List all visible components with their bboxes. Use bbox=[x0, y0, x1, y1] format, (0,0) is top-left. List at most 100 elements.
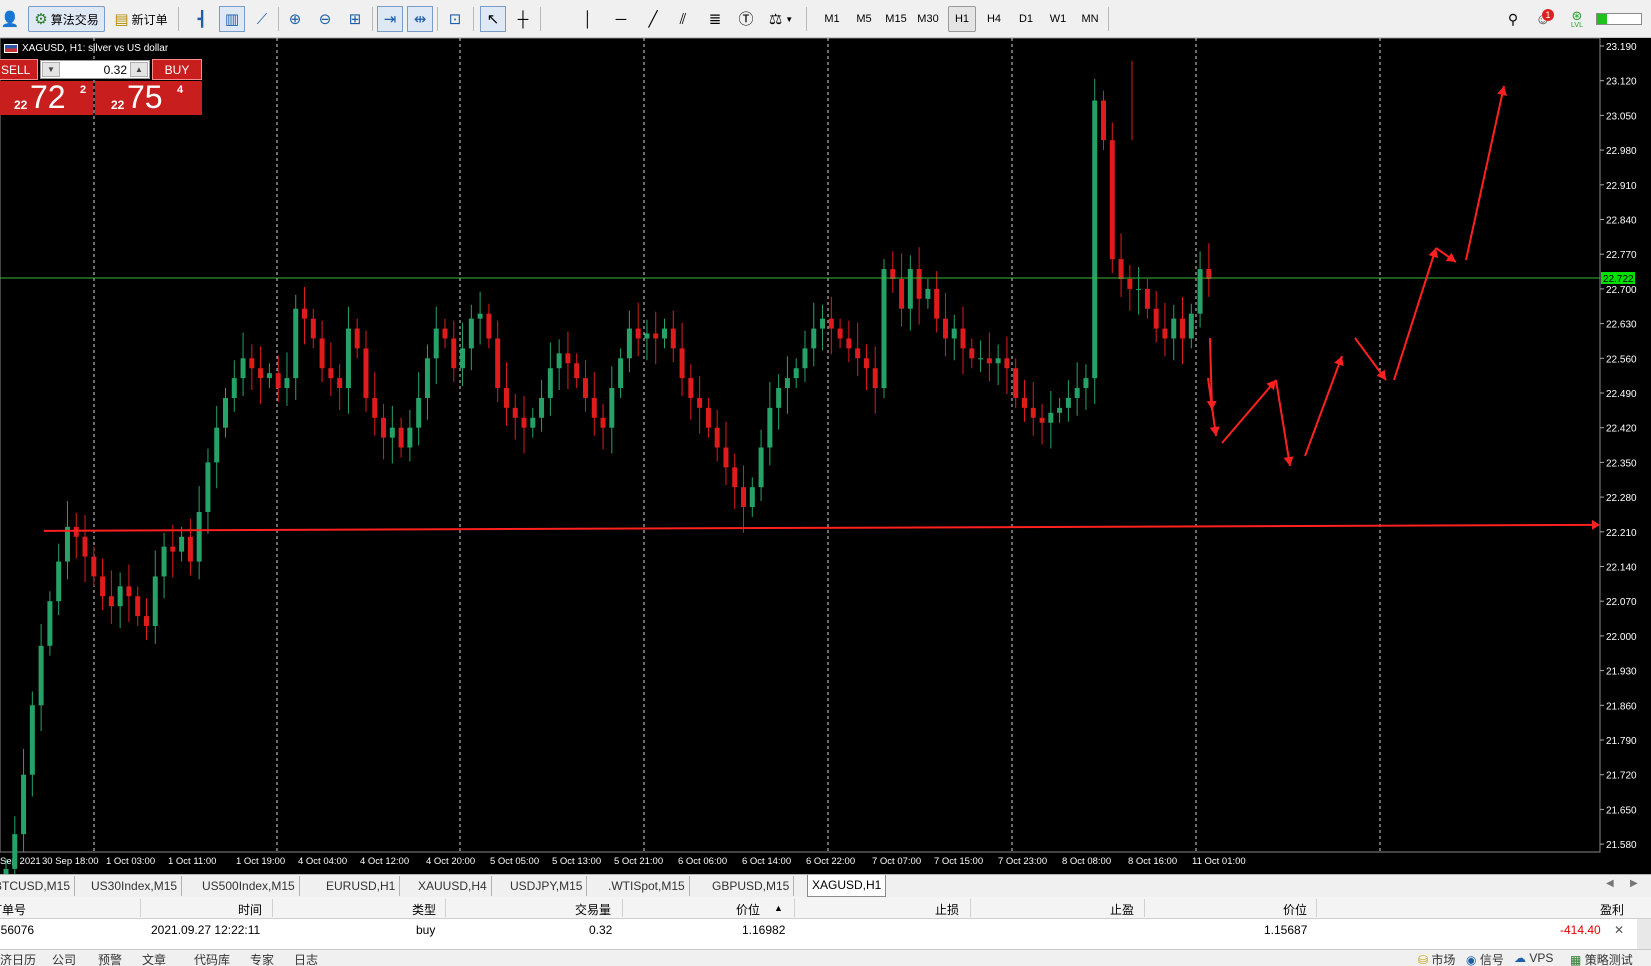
market-link[interactable]: ⛁ 市场 bbox=[1418, 951, 1455, 966]
tab-journal[interactable]: 日志 bbox=[294, 951, 318, 966]
timeframe-d1[interactable]: D1 bbox=[1012, 6, 1040, 32]
symbol-tab[interactable]: EURUSD,H1 bbox=[322, 876, 401, 896]
timeframe-w1[interactable]: W1 bbox=[1044, 6, 1072, 32]
crosshair-icon[interactable]: ┼ bbox=[511, 6, 535, 32]
tile-windows-icon[interactable]: ⊞ bbox=[343, 6, 367, 32]
signals-link[interactable]: ◉ 信号 bbox=[1466, 951, 1504, 966]
symbol-tab[interactable]: BTCUSD,M15 bbox=[0, 876, 76, 896]
tab-code-base[interactable]: 代码库 bbox=[194, 951, 230, 966]
candle-body bbox=[635, 328, 641, 339]
search-icon[interactable]: ⚲ bbox=[1502, 6, 1524, 32]
candlestick-chart-icon[interactable]: ▥ bbox=[219, 6, 245, 32]
x-tick-label: 8 Oct 16:00 bbox=[1128, 856, 1177, 867]
y-tick-label: 21.580 bbox=[1606, 840, 1637, 851]
symbol-tab[interactable]: US30Index,M15 bbox=[87, 876, 183, 896]
symbol-tab[interactable]: XAUUSD,H4 bbox=[414, 876, 492, 896]
fibonacci-icon[interactable]: ≣ bbox=[704, 6, 726, 32]
candle-body bbox=[828, 318, 834, 329]
bar-chart-icon[interactable]: ┫ bbox=[190, 6, 214, 32]
col-take-profit[interactable]: 止盈 bbox=[1110, 901, 1134, 918]
shapes-dropdown-icon[interactable]: ⚖ ▼ bbox=[764, 6, 798, 32]
channel-icon[interactable]: ⫽ bbox=[672, 6, 694, 32]
buy-button[interactable]: BUY bbox=[152, 59, 202, 80]
vertical-line-icon[interactable]: │ bbox=[578, 6, 598, 32]
candle-body bbox=[275, 373, 281, 389]
col-open-price[interactable]: 价位 bbox=[736, 901, 760, 918]
cursor-icon[interactable]: ↖ bbox=[480, 6, 506, 32]
algo-trading-button[interactable]: ⚙ 算法交易 bbox=[28, 6, 105, 32]
candle-body bbox=[995, 358, 1001, 364]
y-tick-label: 22.070 bbox=[1606, 597, 1637, 608]
lot-decrease-button[interactable]: ▼ bbox=[42, 62, 60, 77]
candle-body bbox=[1144, 288, 1150, 309]
tab-experts[interactable]: 专家 bbox=[250, 951, 274, 966]
x-tick-label: 1 Oct 19:00 bbox=[236, 856, 285, 867]
lvl-icon[interactable]: ⊛ LVL bbox=[1564, 6, 1590, 32]
buy-price-button[interactable]: 22 75 4 bbox=[95, 79, 202, 115]
symbol-tab[interactable]: USDJPY,M15 bbox=[506, 876, 588, 896]
strategy-tester-icon: ▦ bbox=[1570, 953, 1582, 966]
horizontal-line-icon[interactable]: ─ bbox=[610, 6, 632, 32]
timeframe-m1[interactable]: M1 bbox=[818, 6, 846, 32]
timeframe-h1[interactable]: H1 bbox=[948, 6, 976, 32]
timeframe-h4[interactable]: H4 bbox=[980, 6, 1008, 32]
account-icon[interactable]: 👤 bbox=[0, 6, 20, 32]
close-position-icon[interactable]: ✕ bbox=[1614, 923, 1624, 937]
col-profit[interactable]: 盈利 bbox=[1600, 901, 1624, 918]
tab-articles[interactable]: 文章 bbox=[142, 951, 166, 966]
x-tick-label: 4 Oct 04:00 bbox=[298, 856, 347, 867]
chart-shift-icon[interactable]: ⇹ bbox=[407, 6, 433, 32]
annotation-arrow bbox=[1465, 85, 1505, 261]
line-chart-icon[interactable]: ⟋ bbox=[250, 6, 274, 32]
col-time[interactable]: 时间 bbox=[238, 901, 262, 918]
y-tick-label: 22.700 bbox=[1606, 285, 1637, 296]
col-volume[interactable]: 交易量 bbox=[575, 901, 611, 918]
sell-price-button[interactable]: 22 72 2 bbox=[0, 79, 93, 115]
candle-body bbox=[1197, 269, 1203, 314]
autoscroll-icon[interactable]: ⇥ bbox=[377, 6, 403, 32]
col-type[interactable]: 类型 bbox=[412, 901, 436, 918]
col-stop-loss[interactable]: 止损 bbox=[935, 901, 959, 918]
col-order[interactable]: 订单号 bbox=[0, 901, 26, 918]
tab-scroll-right-icon[interactable]: ▶ bbox=[1630, 878, 1638, 889]
lot-size-input[interactable] bbox=[61, 62, 127, 77]
indicators-icon[interactable]: ⊡ bbox=[442, 6, 468, 32]
candle-body bbox=[697, 397, 703, 408]
timeframe-m15[interactable]: M15 bbox=[882, 6, 910, 32]
table-row[interactable]: 756076 2021.09.27 12:22:11 buy 0.32 1.16… bbox=[0, 919, 1651, 941]
symbol-tab-active[interactable]: XAGUSD,H1 bbox=[807, 875, 887, 897]
col-price[interactable]: 价位 bbox=[1283, 901, 1307, 918]
new-order-button[interactable]: ▤ 新订单 bbox=[110, 6, 172, 32]
x-tick-label: 7 Oct 07:00 bbox=[872, 856, 921, 867]
trendline-icon[interactable]: ╱ bbox=[642, 6, 664, 32]
tab-scroll-left-icon[interactable]: ◀ bbox=[1606, 878, 1614, 889]
symbol-tab[interactable]: US500Index,M15 bbox=[198, 876, 300, 896]
symbol-tab[interactable]: .WTISpot,M15 bbox=[604, 876, 690, 896]
y-tick-label: 22.910 bbox=[1606, 181, 1637, 192]
candle-body bbox=[1083, 378, 1089, 389]
notifications-icon[interactable]: ☺ 1 bbox=[1528, 6, 1558, 32]
zoom-in-icon[interactable]: ⊕ bbox=[283, 6, 307, 32]
candle-body bbox=[960, 328, 966, 349]
candle-body bbox=[574, 363, 580, 379]
sell-button[interactable]: SELL bbox=[0, 59, 38, 80]
x-tick-label: 7 Oct 23:00 bbox=[998, 856, 1047, 867]
price-chart[interactable]: 23.190 23.120 23.050 22.980 22.910 22.840 22.7… bbox=[0, 38, 1651, 874]
vps-link[interactable]: ☁ VPS bbox=[1514, 951, 1553, 965]
candle-body bbox=[310, 318, 316, 339]
timeframe-m30[interactable]: M30 bbox=[914, 6, 942, 32]
timeframe-m5[interactable]: M5 bbox=[850, 6, 878, 32]
table-scrollbar[interactable] bbox=[1637, 919, 1651, 949]
tab-calendar[interactable]: 经济日历 bbox=[0, 951, 36, 966]
tab-company[interactable]: 公司 bbox=[52, 951, 76, 966]
candle-body bbox=[925, 288, 931, 299]
text-label-icon[interactable]: Ⓣ bbox=[735, 6, 757, 32]
symbol-tab[interactable]: GBPUSD,M15 bbox=[708, 876, 795, 896]
lot-increase-button[interactable]: ▲ bbox=[130, 62, 148, 77]
candle-body bbox=[582, 378, 588, 398]
timeframe-mn[interactable]: MN bbox=[1076, 6, 1104, 32]
candle-body bbox=[1048, 412, 1054, 423]
tab-alerts[interactable]: 预警 bbox=[98, 951, 122, 966]
zoom-out-icon[interactable]: ⊖ bbox=[313, 6, 337, 32]
strategy-tester-link[interactable]: ▦ 策略测试 bbox=[1570, 951, 1633, 966]
